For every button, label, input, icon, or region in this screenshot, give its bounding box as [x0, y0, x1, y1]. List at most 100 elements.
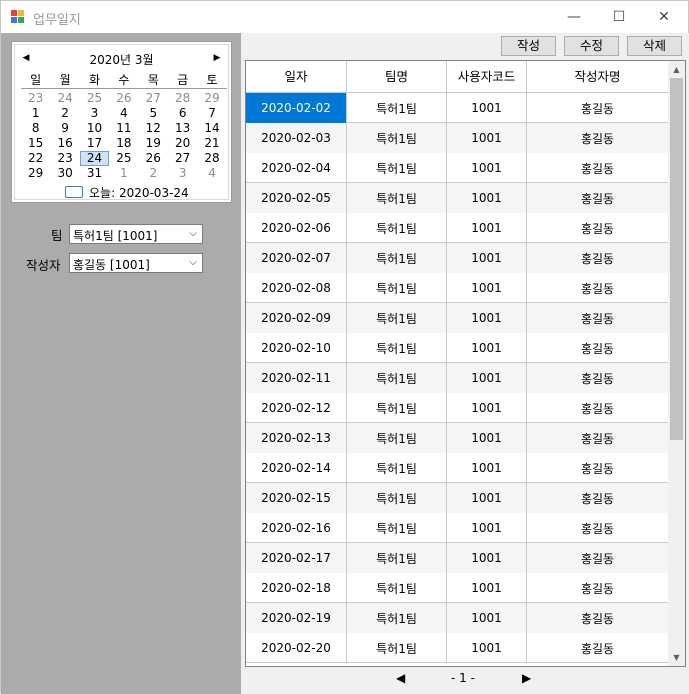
cell-date[interactable]: 2020-02-19 [246, 603, 347, 633]
cell-author[interactable]: 홍길동 [527, 633, 669, 663]
cell-author[interactable]: 홍길동 [527, 483, 669, 513]
table-row[interactable]: 2020-02-05 특허1팀 1001 홍길동 [246, 183, 669, 213]
calendar-day[interactable]: 20 [168, 136, 197, 151]
cell-author[interactable]: 홍길동 [527, 153, 669, 183]
calendar-day[interactable]: 23 [50, 151, 79, 166]
cell-date[interactable]: 2020-02-16 [246, 513, 347, 543]
table-row[interactable]: 2020-02-13 특허1팀 1001 홍길동 [246, 423, 669, 453]
cell-author[interactable]: 홍길동 [527, 333, 669, 363]
calendar-day[interactable]: 25 [109, 151, 138, 166]
table-row[interactable]: 2020-02-15 특허1팀 1001 홍길동 [246, 483, 669, 513]
cell-user-code[interactable]: 1001 [447, 483, 527, 513]
calendar-day[interactable]: 1 [109, 166, 138, 181]
delete-button[interactable]: 삭제 [627, 36, 682, 56]
cell-author[interactable]: 홍길동 [527, 393, 669, 423]
cell-author[interactable]: 홍길동 [527, 303, 669, 333]
cell-date[interactable]: 2020-02-20 [246, 633, 347, 663]
calendar-day[interactable]: 21 [197, 136, 226, 151]
table-row[interactable]: 2020-02-12 특허1팀 1001 홍길동 [246, 393, 669, 423]
journal-grid[interactable]: 일자 팀명 사용자코드 작성자명 2020-02-02 특허1팀 1001 홍길동 20… [245, 60, 686, 667]
calendar-day[interactable]: 4 [109, 106, 138, 121]
calendar-day[interactable]: 11 [109, 121, 138, 136]
table-row[interactable]: 2020-02-14 특허1팀 1001 홍길동 [246, 453, 669, 483]
close-button[interactable]: ✕ [641, 1, 687, 33]
calendar-day[interactable]: 23 [21, 91, 50, 106]
cell-date[interactable]: 2020-02-14 [246, 453, 347, 483]
cell-date[interactable]: 2020-02-02 [246, 93, 347, 123]
calendar-day[interactable]: 3 [80, 106, 109, 121]
column-header-date[interactable]: 일자 [246, 61, 347, 93]
cell-team[interactable]: 특허1팀 [347, 333, 447, 363]
cell-user-code[interactable]: 1001 [447, 453, 527, 483]
calendar-day[interactable]: 27 [168, 151, 197, 166]
cell-user-code[interactable]: 1001 [447, 393, 527, 423]
edit-button[interactable]: 수정 [564, 36, 619, 56]
pager-prev-icon[interactable]: ◀ [396, 671, 405, 685]
cell-author[interactable]: 홍길동 [527, 273, 669, 303]
calendar-day[interactable]: 4 [197, 166, 226, 181]
cell-date[interactable]: 2020-02-12 [246, 393, 347, 423]
cell-user-code[interactable]: 1001 [447, 273, 527, 303]
cell-team[interactable]: 특허1팀 [347, 153, 447, 183]
calendar-day[interactable]: 8 [21, 121, 50, 136]
cell-team[interactable]: 특허1팀 [347, 303, 447, 333]
cell-user-code[interactable]: 1001 [447, 423, 527, 453]
calendar-day[interactable]: 19 [139, 136, 168, 151]
cell-date[interactable]: 2020-02-13 [246, 423, 347, 453]
cell-team[interactable]: 특허1팀 [347, 423, 447, 453]
vertical-scrollbar[interactable]: ▲ ▼ [668, 61, 685, 666]
cell-team[interactable]: 특허1팀 [347, 213, 447, 243]
cell-team[interactable]: 특허1팀 [347, 273, 447, 303]
scroll-thumb[interactable] [670, 78, 683, 440]
table-row[interactable]: 2020-02-07 특허1팀 1001 홍길동 [246, 243, 669, 273]
cell-user-code[interactable]: 1001 [447, 543, 527, 573]
calendar-day[interactable]: 17 [80, 136, 109, 151]
cell-author[interactable]: 홍길동 [527, 243, 669, 273]
cell-user-code[interactable]: 1001 [447, 243, 527, 273]
maximize-button[interactable]: ☐ [596, 1, 642, 33]
cell-team[interactable]: 특허1팀 [347, 603, 447, 633]
calendar-day[interactable]: 29 [197, 91, 226, 106]
calendar-today[interactable]: 오늘: 2020-03-24 [65, 185, 189, 200]
calendar-next-button[interactable]: ▶ [210, 49, 224, 67]
cell-user-code[interactable]: 1001 [447, 573, 527, 603]
cell-author[interactable]: 홍길동 [527, 453, 669, 483]
cell-date[interactable]: 2020-02-17 [246, 543, 347, 573]
calendar-day[interactable]: 18 [109, 136, 138, 151]
minimize-button[interactable]: — [551, 1, 597, 33]
cell-date[interactable]: 2020-02-15 [246, 483, 347, 513]
table-row[interactable]: 2020-02-18 특허1팀 1001 홍길동 [246, 573, 669, 603]
table-row[interactable]: 2020-02-08 특허1팀 1001 홍길동 [246, 273, 669, 303]
title-bar[interactable]: 업무일지 — ☐ ✕ [1, 1, 688, 33]
calendar-day[interactable]: 22 [21, 151, 50, 166]
cell-author[interactable]: 홍길동 [527, 183, 669, 213]
month-calendar[interactable]: ◀ 2020년 3월 ▶ 일 월 화 수 목 금 토 23 24 25 26 27 28 29 1 2 3 4 5 6… [11, 41, 232, 203]
cell-user-code[interactable]: 1001 [447, 633, 527, 663]
calendar-day[interactable]: 24 [79, 151, 110, 166]
calendar-day[interactable]: 28 [168, 91, 197, 106]
cell-author[interactable]: 홍길동 [527, 603, 669, 633]
table-row[interactable]: 2020-02-19 특허1팀 1001 홍길동 [246, 603, 669, 633]
calendar-day[interactable]: 6 [168, 106, 197, 121]
cell-team[interactable]: 특허1팀 [347, 543, 447, 573]
column-header-user-code[interactable]: 사용자코드 [447, 61, 527, 93]
write-button[interactable]: 작성 [501, 36, 556, 56]
calendar-day[interactable]: 15 [21, 136, 50, 151]
scroll-down-icon[interactable]: ▼ [668, 649, 685, 666]
cell-author[interactable]: 홍길동 [527, 573, 669, 603]
pager-next-icon[interactable]: ▶ [522, 671, 531, 685]
column-header-author[interactable]: 작성자명 [527, 61, 669, 93]
cell-team[interactable]: 특허1팀 [347, 483, 447, 513]
cell-team[interactable]: 특허1팀 [347, 183, 447, 213]
cell-date[interactable]: 2020-02-04 [246, 153, 347, 183]
table-row[interactable]: 2020-02-10 특허1팀 1001 홍길동 [246, 333, 669, 363]
calendar-day[interactable]: 24 [50, 91, 79, 106]
cell-date[interactable]: 2020-02-11 [246, 363, 347, 393]
cell-user-code[interactable]: 1001 [447, 363, 527, 393]
table-row[interactable]: 2020-02-16 특허1팀 1001 홍길동 [246, 513, 669, 543]
cell-team[interactable]: 특허1팀 [347, 93, 447, 123]
cell-date[interactable]: 2020-02-18 [246, 573, 347, 603]
calendar-day[interactable]: 12 [139, 121, 168, 136]
table-row[interactable]: 2020-02-11 특허1팀 1001 홍길동 [246, 363, 669, 393]
cell-team[interactable]: 특허1팀 [347, 393, 447, 423]
